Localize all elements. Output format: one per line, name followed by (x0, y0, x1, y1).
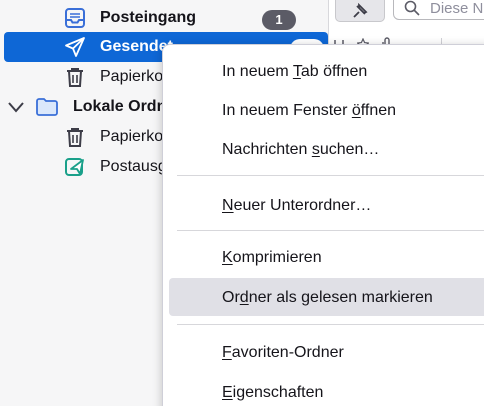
menu-item-label: Neuer Unterordner… (222, 197, 372, 214)
menu-item-properties[interactable]: Eigenschaften (169, 373, 484, 406)
folder-icon (36, 98, 58, 116)
menu-item-label: Ordner als gelesen markieren (222, 289, 433, 306)
quick-filter-button[interactable] (335, 0, 385, 22)
search-placeholder: Diese N (430, 0, 484, 17)
menu-item-label: Favoriten-Ordner (222, 344, 344, 361)
folder-label-inbox: Posteingang (100, 9, 197, 26)
unread-count-badge: 1 (262, 10, 296, 30)
folder-inbox[interactable]: Posteingang 1 (0, 3, 328, 33)
menu-item-new-subfolder[interactable]: Neuer Unterordner… (169, 186, 484, 224)
menu-item-mark-folder-read[interactable]: Ordner als gelesen markieren (169, 278, 484, 316)
menu-item-favorite-folder[interactable]: Favoriten-Ordner (169, 333, 484, 371)
menu-item-compact[interactable]: Komprimieren (169, 238, 484, 276)
inbox-icon (65, 8, 85, 28)
menu-separator (177, 175, 484, 176)
menu-item-label: In neuem Tab öffnen (222, 63, 368, 80)
menu-item-label: In neuem Fenster öffnen (222, 102, 397, 119)
trash-icon (67, 68, 83, 87)
chevron-down-icon[interactable] (6, 97, 26, 117)
menu-item-label: Eigenschaften (222, 384, 324, 401)
pin-icon (353, 3, 368, 18)
menu-item-open-in-new-window[interactable]: In neuem Fenster öffnen (169, 91, 484, 129)
menu-item-label: Nachrichten suchen… (222, 141, 380, 158)
trash-icon (67, 128, 83, 147)
thunderbird-window: Posteingang 1 Gesendet 333 Papierkorb (0, 0, 484, 406)
paper-plane-icon (65, 37, 85, 57)
menu-separator (177, 230, 484, 231)
menu-item-search-messages[interactable]: Nachrichten suchen… (169, 130, 484, 168)
menu-separator (177, 324, 484, 325)
search-icon (404, 0, 420, 16)
menu-item-label: Komprimieren (222, 249, 322, 266)
folder-context-menu: In neuem Tab öffnen In neuem Fenster öff… (162, 44, 484, 406)
outbox-icon (65, 158, 84, 176)
search-input[interactable]: Diese N (393, 0, 484, 20)
menu-item-open-in-new-tab[interactable]: In neuem Tab öffnen (169, 52, 484, 90)
